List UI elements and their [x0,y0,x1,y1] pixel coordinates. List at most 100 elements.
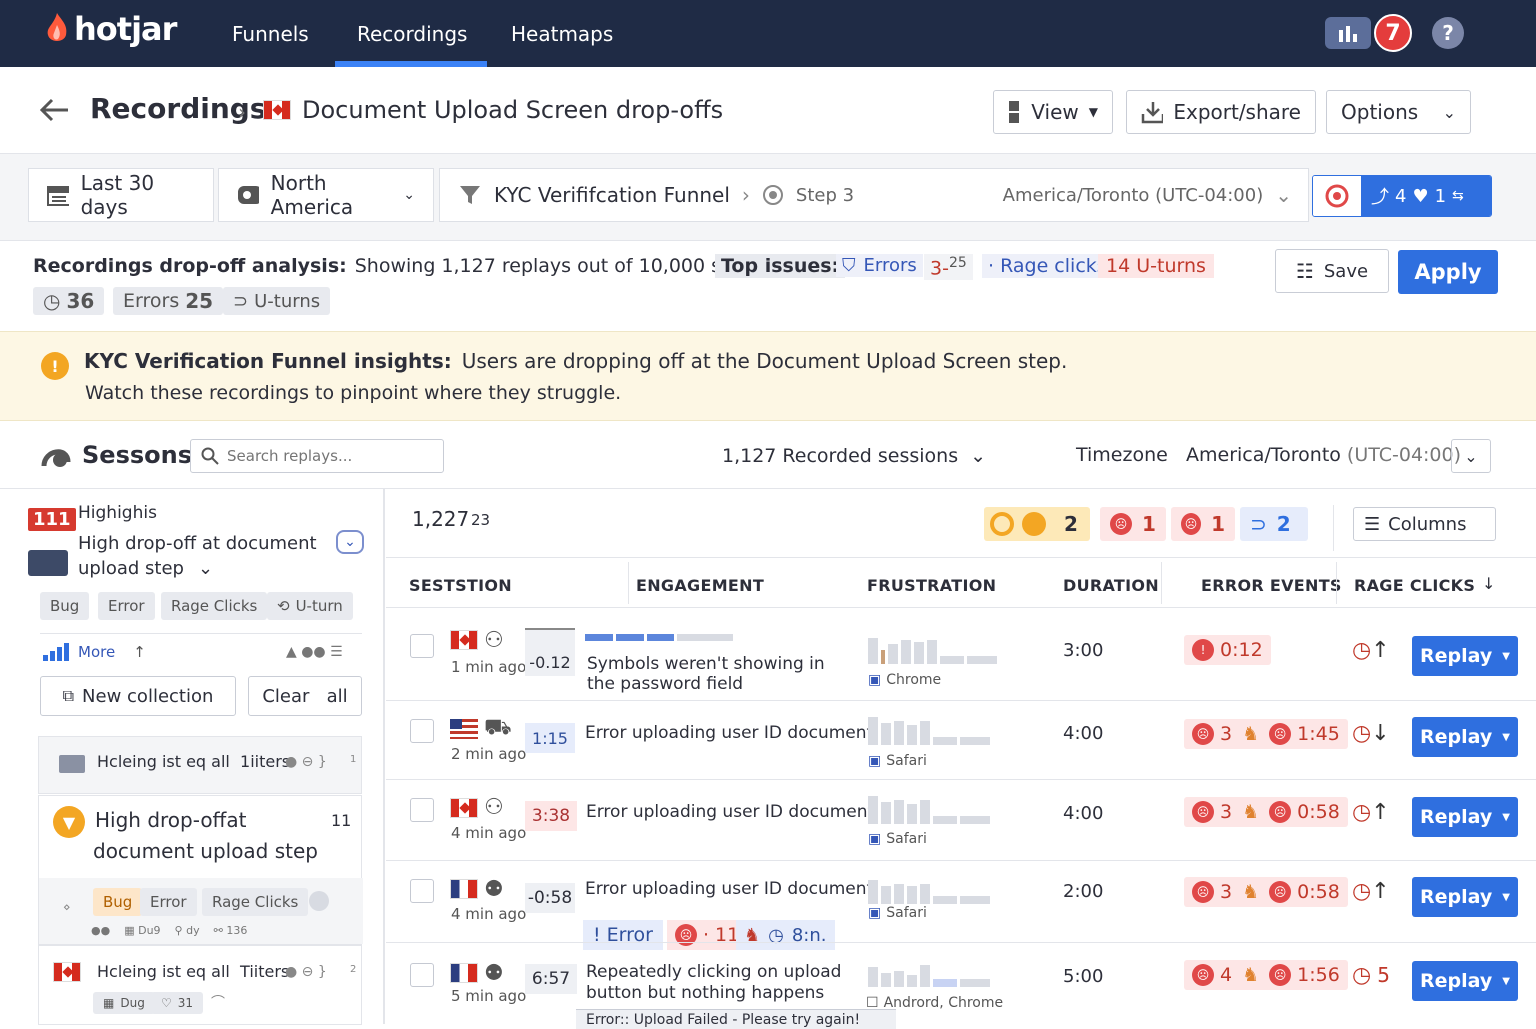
help-button[interactable]: ? [1432,17,1464,49]
tag-rage-clicks[interactable]: Rage Clicks [161,592,267,620]
card-tag-rage[interactable]: Rage Clicks [202,888,308,916]
table-row[interactable]: ⚉ 4 min ago -0:58 Error uploading user I… [386,860,1536,942]
errors-chip[interactable]: Errors25 [113,287,223,315]
col-error-events[interactable]: ERROR EVENTS [1201,576,1342,595]
tag-error[interactable]: Error [98,592,155,620]
uturns-issue[interactable]: 14 U-turns [1098,254,1214,278]
sort-down-icon[interactable]: ↓ [1482,574,1495,593]
col-frustration[interactable]: FRUSTRATION [867,576,996,595]
row-timestamp[interactable]: 1:15 [525,723,575,753]
chip2-value: 25 [185,289,213,313]
collapse-icon[interactable]: ⌄ [336,530,364,554]
filter-item-2-label: Hcleing ist eq all Tiiters [97,962,289,981]
insight-text2: Watch these recordings to pinpoint where… [85,382,621,404]
panel-divider [383,489,385,1024]
table-row[interactable]: ⚉ 5 min ago 6:57 Repeatedly clicking on … [386,942,1536,1024]
save-button[interactable]: ☷Save [1275,249,1389,293]
back-arrow-icon[interactable] [38,96,70,128]
replay-button[interactable]: Replay▼ [1412,877,1518,917]
nav-heatmaps[interactable]: Heatmaps [511,22,613,46]
target-icon[interactable] [1313,176,1361,216]
col-duration[interactable]: DURATION [1063,576,1159,595]
row-browser: ☐Andrord, Chrome [866,995,1003,1011]
save-label: Save [1324,261,1368,282]
row-checkbox[interactable] [410,879,434,903]
uturns-chip[interactable]: ⊃U-turns [223,287,330,315]
table-row[interactable]: ⛟ 2 min ago 1:15 Error uploading user ID… [386,700,1536,779]
filter-item-1[interactable]: Hcleing ist eq all 1iiters ● ⊖ } 1 [38,736,362,794]
replay-button[interactable]: Replay▼ [1412,717,1518,757]
columns-button[interactable]: ☰Columns [1353,507,1496,541]
row-timestamp[interactable]: -0.12 [525,628,575,676]
recorded-sessions-dropdown[interactable]: 1,127 Recorded sessions⌄ [722,445,986,467]
row-error-events[interactable]: !0:12 [1184,635,1271,665]
row-checkbox[interactable] [410,634,434,658]
view-toggle-icons[interactable]: ▲ ●● ☰ [286,644,343,660]
frustration-bars [868,636,997,664]
col-engagement[interactable]: ENGAGEMENT [636,576,764,595]
options-button[interactable]: Options⌄ [1326,90,1471,134]
row-checkbox[interactable] [410,798,434,822]
summary-frustration[interactable]: ☹1 [1171,507,1235,541]
globe-icon [309,891,329,911]
col-rage-clicks[interactable]: RAGE CLICKS [1354,576,1475,595]
replay-button[interactable]: Replay▼ [1412,961,1518,1001]
export-share-button[interactable]: Export/share [1126,90,1316,134]
row-timestamp[interactable]: 3:38 [525,801,577,831]
table-row[interactable]: ⚇ 1 min ago -0.12 Symbols weren't showin… [386,607,1536,700]
clear-all-button[interactable]: Clear all [248,676,362,716]
more-label: More [78,643,115,661]
hotjar-logo[interactable]: hotjar [44,10,176,48]
row-checkbox[interactable] [410,963,434,987]
row-duration: 3:00 [1063,640,1103,661]
replay-button[interactable]: Replay▼ [1412,797,1518,837]
funnel-filter[interactable]: KYC Verififcation Funnel › Step 3 Americ… [439,168,1309,222]
notification-badge[interactable]: 7 [1374,14,1412,52]
table-row[interactable]: ⚇ 4 min ago 3:38 Error uploading user ID… [386,779,1536,860]
view-button[interactable]: View▼ [993,90,1113,134]
analytics-button[interactable] [1325,17,1371,49]
rage-icon: ☹ [1269,881,1291,903]
new-collection-button[interactable]: ⧉New collection [40,676,236,716]
card-tag-bug[interactable]: Bug [93,888,142,916]
tag-u-turn[interactable]: ⟲U-turn [267,592,353,620]
segment-toggle[interactable]: ⤴4 ♥1 ⇆ [1312,175,1492,217]
summary-rage[interactable]: ☹1 [1100,507,1166,541]
row-error-events[interactable]: ☹4♞☹1:56 [1184,960,1348,990]
nav-recordings[interactable]: Recordings [357,22,467,46]
row-timestamp[interactable]: -0:58 [525,883,575,913]
rage-count: 5 [1377,963,1390,988]
row-error-events[interactable]: ☹3♞☹0:58 [1184,877,1348,907]
angry-icon: ☹ [1181,513,1201,535]
rage-clicks-issue[interactable]: · Rage clicks [982,254,1113,278]
replay-button[interactable]: Replay▼ [1412,636,1518,676]
row-timestamp[interactable]: 6:57 [525,964,577,994]
errors-issue[interactable]: ⛉Errors [836,254,923,277]
search-box[interactable] [190,439,444,473]
highlight-title[interactable]: High drop-off at document [78,533,317,554]
browser-icon: ▣ [868,672,881,688]
row-error-events[interactable]: ☹3♞☹1:45 [1184,719,1348,749]
summary-duration[interactable]: 2 [984,507,1090,541]
row-checkbox[interactable] [410,719,434,743]
timezone-dropdown-button[interactable]: ⌄ [1451,439,1491,473]
highlight-card[interactable]: ▼ High drop-offat document upload step 1… [38,795,362,945]
summary-uturns[interactable]: ⊃2 [1240,507,1308,541]
date-range-filter[interactable]: Last 30 days [28,168,214,222]
tag-bug[interactable]: Bug [40,592,89,620]
row-error-events[interactable]: ☹3♞☹0:58 [1184,797,1348,827]
uturn-count: 4 [1395,186,1406,207]
nav-funnels[interactable]: Funnels [232,22,309,46]
more-link[interactable]: More↑ [42,643,146,661]
highlight-title-2[interactable]: upload step⌄ [78,558,213,579]
search-input[interactable] [227,447,427,465]
fox-icon: ♞ [1242,801,1259,823]
filter-item-2[interactable]: Hcleing ist eq all Tiiters ● ⊖ } 2 ▦ Dug… [38,945,362,1025]
col-divider [1161,562,1162,604]
col-session[interactable]: SESTSTION [409,576,512,595]
region-filter[interactable]: North America⌄ [218,168,434,222]
summary-s3: 1 [1211,512,1225,536]
card-tag-error[interactable]: Error [140,888,197,916]
duration-chip[interactable]: ◷36 [33,287,104,315]
apply-button[interactable]: Apply [1398,250,1498,294]
